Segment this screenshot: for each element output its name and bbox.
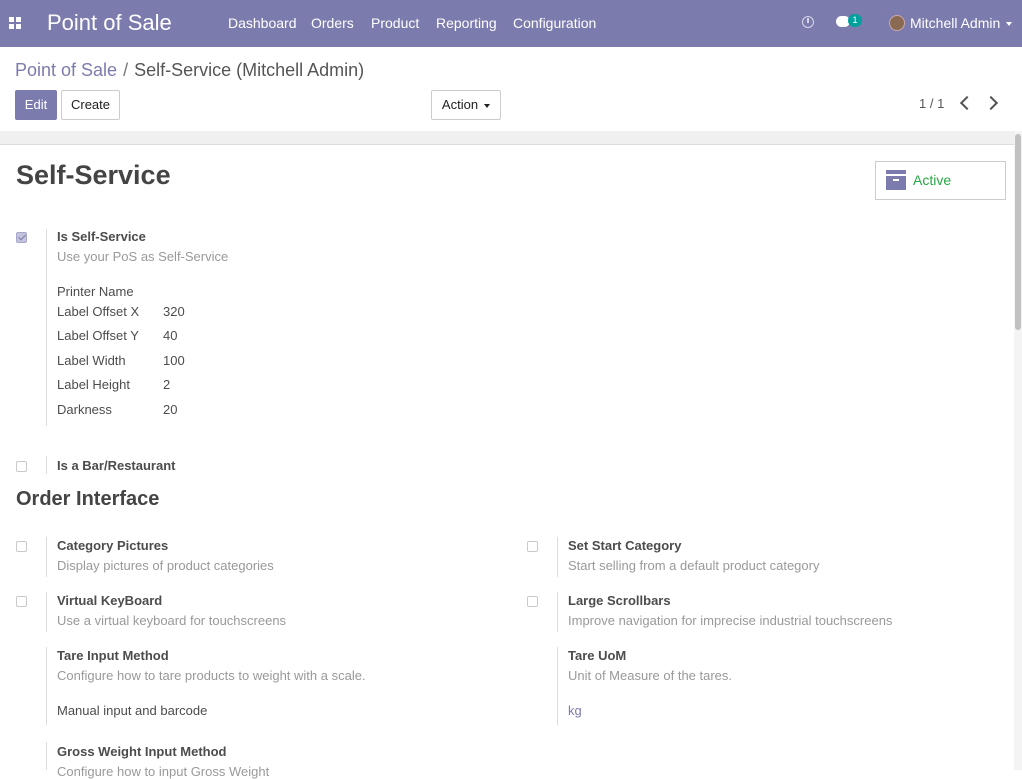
tare-input-method-label: Tare Input Method — [57, 648, 169, 663]
apps-menu-icon[interactable] — [9, 17, 21, 29]
label-offset-x-value[interactable]: 320 — [163, 304, 185, 319]
setting-divider — [557, 647, 558, 725]
setting-divider — [557, 537, 558, 577]
gross-weight-input-method-label: Gross Weight Input Method — [57, 744, 227, 759]
is-self-service-checkbox[interactable] — [16, 232, 27, 243]
record-title: Self-Service — [16, 160, 171, 190]
tare-uom-help: Unit of Measure of the tares. — [568, 668, 733, 683]
user-name: Mitchell Admin — [910, 15, 1001, 31]
menu-dashboard[interactable]: Dashboard — [228, 15, 297, 31]
large-scrollbars-label: Large Scrollbars — [568, 593, 671, 608]
is-self-service-help: Use your PoS as Self-Service — [57, 249, 229, 264]
tare-input-method-help: Configure how to tare products to weight… — [57, 668, 366, 683]
virtual-keyboard-help: Use a virtual keyboard for touchscreens — [57, 613, 287, 628]
menu-orders[interactable]: Orders — [311, 15, 354, 31]
app-title[interactable]: Point of Sale — [47, 10, 172, 36]
create-button[interactable]: Create — [61, 90, 120, 120]
menu-product[interactable]: Product — [371, 15, 419, 31]
chevron-down-icon — [1006, 22, 1013, 27]
breadcrumb: Point of Sale / Self-Service (Mitchell Adm… — [15, 60, 364, 81]
large-scrollbars-help: Improve navigation for imprecise industr… — [568, 613, 893, 628]
label-width-label: Label Width — [57, 353, 126, 368]
label-offset-x-label: Label Offset X — [57, 304, 140, 319]
set-start-category-checkbox[interactable] — [527, 541, 538, 552]
set-start-category-help: Start selling from a default product cat… — [568, 558, 820, 573]
label-offset-y-label: Label Offset Y — [57, 328, 139, 343]
order-interface-heading: Order Interface — [16, 488, 160, 510]
chevron-down-icon — [484, 103, 491, 108]
category-pictures-checkbox[interactable] — [16, 541, 27, 552]
setting-divider — [46, 456, 47, 474]
pager-counter[interactable]: 1 / 1 — [919, 96, 944, 111]
user-menu[interactable]: Mitchell Admin — [910, 15, 1013, 31]
active-toggle-button[interactable]: Active — [875, 161, 1006, 200]
top-navbar: Point of Sale Dashboard Orders Product R… — [0, 0, 1022, 47]
darkness-value[interactable]: 20 — [163, 402, 177, 417]
label-height-label: Label Height — [57, 377, 130, 392]
edit-button[interactable]: Edit — [15, 90, 57, 120]
darkness-label: Darkness — [57, 402, 112, 417]
large-scrollbars-checkbox[interactable] — [527, 596, 538, 607]
previous-record-icon[interactable] — [959, 95, 975, 111]
gross-weight-input-method-help: Configure how to input Gross Weight — [57, 764, 270, 779]
setting-divider — [46, 592, 47, 632]
chat-count-badge: 1 — [848, 14, 862, 27]
setting-divider — [557, 592, 558, 632]
setting-divider — [46, 537, 47, 577]
archive-box-icon — [886, 170, 906, 190]
tare-input-method-value[interactable]: Manual input and barcode — [57, 703, 207, 718]
label-width-value[interactable]: 100 — [163, 353, 185, 368]
tare-uom-label: Tare UoM — [568, 648, 627, 663]
tare-uom-value-link[interactable]: kg — [568, 703, 582, 718]
menu-configuration[interactable]: Configuration — [513, 15, 596, 31]
setting-divider — [46, 647, 47, 725]
form-sheet-top-band — [0, 131, 1014, 145]
next-record-icon[interactable] — [983, 95, 999, 111]
is-bar-restaurant-checkbox[interactable] — [16, 461, 27, 472]
set-start-category-label: Set Start Category — [568, 538, 682, 553]
category-pictures-help: Display pictures of product categories — [57, 558, 274, 573]
breadcrumb-separator: / — [123, 60, 129, 80]
scrollbar-thumb[interactable] — [1015, 134, 1021, 330]
breadcrumb-current: Self-Service (Mitchell Admin) — [134, 60, 365, 80]
virtual-keyboard-checkbox[interactable] — [16, 596, 27, 607]
breadcrumb-parent-link[interactable]: Point of Sale — [15, 60, 117, 80]
printer-name-label: Printer Name — [57, 284, 134, 299]
user-avatar[interactable] — [889, 15, 905, 31]
label-height-value[interactable]: 2 — [163, 377, 170, 392]
is-bar-restaurant-label: Is a Bar/Restaurant — [57, 458, 176, 473]
setting-divider — [46, 742, 47, 770]
virtual-keyboard-label: Virtual KeyBoard — [57, 593, 163, 608]
label-offset-y-value[interactable]: 40 — [163, 328, 177, 343]
control-panel: Point of Sale / Self-Service (Mitchell Adm… — [0, 47, 1022, 132]
active-label: Active — [913, 172, 952, 188]
setting-divider — [46, 229, 47, 426]
is-self-service-label: Is Self-Service — [57, 229, 146, 244]
action-dropdown[interactable]: Action — [431, 90, 501, 120]
category-pictures-label: Category Pictures — [57, 538, 169, 553]
activity-clock-icon[interactable] — [802, 16, 814, 28]
menu-reporting[interactable]: Reporting — [436, 15, 497, 31]
action-label: Action — [441, 97, 479, 112]
